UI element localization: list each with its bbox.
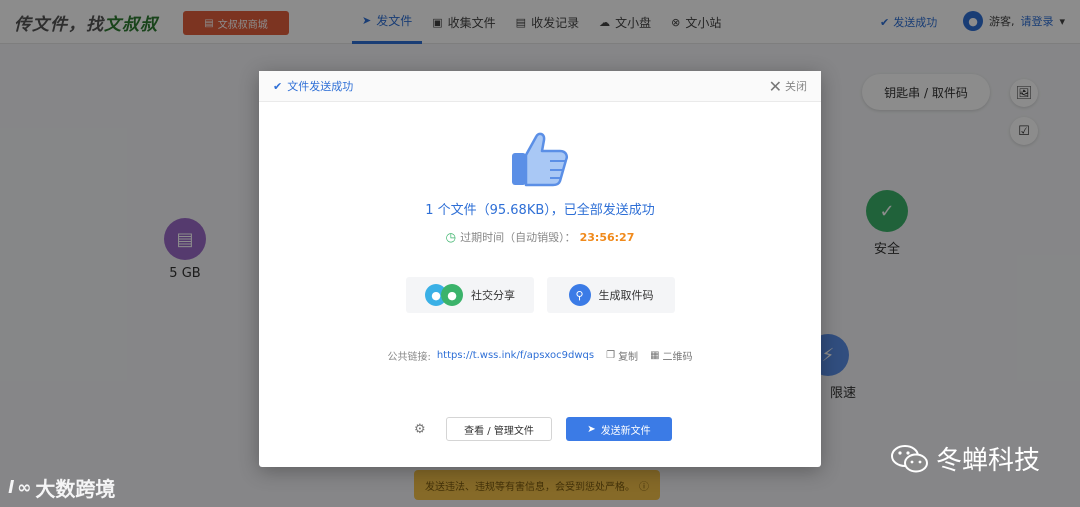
key-icon: ⚲ bbox=[568, 284, 591, 306]
close-icon: ✕ bbox=[768, 76, 782, 96]
public-link-label: 公共链接: bbox=[387, 352, 431, 363]
qr-code-icon: ▦ bbox=[650, 350, 660, 361]
clock-icon: ◷ bbox=[445, 230, 457, 244]
close-label: 关闭 bbox=[785, 80, 807, 93]
watermark-left: l ∞ 大数跨境 bbox=[8, 473, 115, 502]
wechat-share-icon: ● bbox=[441, 284, 463, 306]
success-message: 1 个文件（95.68KB），已全部发送成功 bbox=[425, 203, 655, 218]
social-share-label: 社交分享 bbox=[471, 289, 515, 302]
dialog-title-label: 文件发送成功 bbox=[287, 80, 354, 93]
generate-code-label: 生成取件码 bbox=[598, 289, 654, 302]
public-link-row: 公共链接: https://t.wss.ink/f/apsxoc9dwqs ❐ … bbox=[259, 348, 821, 363]
qr-code-label: 二维码 bbox=[662, 352, 693, 363]
watermark-left-logo-icon: l ∞ bbox=[8, 477, 32, 498]
dialog-header: ✔ 文件发送成功 ✕ 关闭 bbox=[259, 71, 821, 102]
send-new-label: 发送新文件 bbox=[600, 425, 651, 437]
view-manage-button[interactable]: 查看 / 管理文件 bbox=[446, 417, 552, 441]
watermark-right: 冬蝉科技 bbox=[890, 440, 1040, 477]
watermark-right-text: 冬蝉科技 bbox=[936, 446, 1041, 476]
paper-plane-icon: ➤ bbox=[587, 423, 596, 435]
copy-icon: ❐ bbox=[606, 350, 616, 361]
public-link-url[interactable]: https://t.wss.ink/f/apsxoc9dwqs bbox=[437, 350, 594, 361]
copy-button[interactable]: ❐ 复制 bbox=[606, 348, 638, 363]
close-button[interactable]: ✕ 关闭 bbox=[769, 77, 807, 96]
watermark-left-text: 大数跨境 bbox=[35, 477, 116, 501]
checkmark-icon: ✔ bbox=[273, 79, 283, 93]
success-dialog: ✔ 文件发送成功 ✕ 关闭 1 个文件（95.68KB），已全部发送成功 ◷ 过… bbox=[259, 71, 821, 467]
gear-icon[interactable]: ⚙ bbox=[414, 422, 426, 437]
share-icons: ● ● bbox=[425, 284, 463, 306]
qr-code-button[interactable]: ▦ 二维码 bbox=[650, 348, 692, 363]
expire-label: 过期时间（自动销毁）： bbox=[460, 231, 576, 244]
send-new-file-button[interactable]: ➤ 发送新文件 bbox=[566, 417, 672, 441]
copy-label: 复制 bbox=[618, 352, 639, 363]
expire-info: ◷ 过期时间（自动销毁）： 23:56:27 bbox=[259, 229, 821, 245]
generate-code-button[interactable]: ⚲ 生成取件码 bbox=[547, 277, 675, 313]
expire-time: 23:56:27 bbox=[579, 230, 635, 244]
social-share-button[interactable]: ● ● 社交分享 bbox=[406, 277, 534, 313]
thumbs-up-icon bbox=[512, 132, 568, 187]
wechat-icon bbox=[891, 444, 928, 472]
dialog-title: ✔ 文件发送成功 bbox=[273, 78, 353, 94]
